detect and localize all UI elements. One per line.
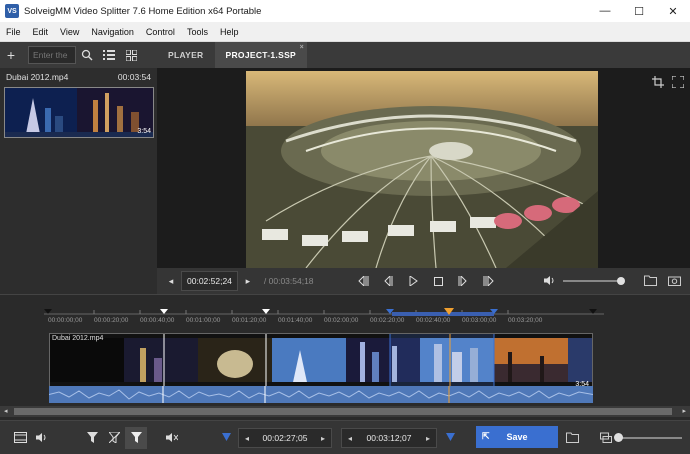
tab-bar: PLAYER PROJECT-1.SSP × [157,42,690,68]
tick-label: 00:00:20;00 [94,317,129,324]
time-ruler[interactable]: 00:00:00;00 00:00:20;00 00:00:40;00 00:0… [44,301,604,329]
zoom-slider-knob[interactable] [614,433,623,442]
film-strip-icon[interactable] [9,427,31,449]
previous-marker-icon[interactable] [353,271,373,291]
search-input[interactable] [28,46,76,64]
end-time-value: 00:03:12;07 [366,433,412,443]
grid-view-icon[interactable] [120,46,142,64]
mute-icon[interactable] [161,427,183,449]
add-file-button[interactable]: + [0,47,22,63]
scroll-right-icon[interactable]: ▸ [682,407,686,415]
next-frame-icon[interactable] [453,271,473,291]
play-icon[interactable] [403,271,423,291]
scroll-left-icon[interactable]: ◂ [4,407,8,415]
clip-duration: 3:54 [575,381,589,388]
app-logo-icon: VS [5,4,19,18]
tab-project-label: PROJECT-1.SSP [225,50,297,60]
menu-tools[interactable]: Tools [181,27,214,37]
clip-name: Dubai 2012.mp4 [52,335,104,342]
tick-label: 00:01:20;00 [232,317,267,324]
tab-close-icon[interactable]: × [300,44,304,51]
zoom-icon[interactable] [600,431,612,445]
maximize-button[interactable]: ☐ [622,0,656,22]
tick-label: 00:02:40;00 [416,317,451,324]
tab-project[interactable]: PROJECT-1.SSP × [214,42,308,68]
volume-slider-track[interactable] [563,280,623,282]
save-button[interactable]: ⇱ Save [476,426,558,448]
filter-icon[interactable] [81,427,103,449]
tick-label: 00:03:00;00 [462,317,497,324]
previous-frame-icon[interactable] [378,271,398,291]
menu-control[interactable]: Control [140,27,181,37]
bottom-toolbar: ◂ 00:02:27;05 ▸ ◂ 00:03:12;07 ▸ ⇱ Save [0,420,690,454]
menu-edit[interactable]: Edit [27,27,55,37]
crop-icon[interactable] [652,76,664,90]
tick-label: 00:01:00;00 [186,317,221,324]
save-icon: ⇱ [482,431,490,441]
time-back-button[interactable]: ◂ [161,271,181,291]
volume-icon[interactable] [544,275,556,288]
audio-waveform-track[interactable] [49,386,593,403]
window-title: SolveigMM Video Splitter 7.6 Home Editio… [24,5,262,17]
close-button[interactable]: ✕ [656,0,690,22]
menu-navigation[interactable]: Navigation [85,27,140,37]
media-thumbnail[interactable]: 3:54 [4,87,154,138]
stop-icon[interactable] [428,271,448,291]
thumbnail-duration: 3:54 [137,128,151,135]
search-icon[interactable] [76,46,98,64]
set-start-marker-icon[interactable] [222,433,231,443]
video-player [157,68,690,268]
tick-label: 00:02:00;00 [324,317,359,324]
menu-file[interactable]: File [0,27,27,37]
tick-label: 00:00:00;00 [48,317,83,324]
start-time-field[interactable]: ◂ 00:02:27;05 ▸ [238,428,332,448]
tab-player[interactable]: PLAYER [157,42,215,68]
end-time-back-icon[interactable]: ◂ [342,434,358,443]
media-list-toolbar: + [0,42,157,68]
end-time-field[interactable]: ◂ 00:03:12;07 ▸ [341,428,437,448]
open-folder-icon[interactable] [644,275,657,288]
tick-label: 00:03:20;00 [508,317,543,324]
transport-bar: ◂ 00:02:52;24 ▸ / 00:03:54;18 [157,268,690,294]
menu-view[interactable]: View [54,27,85,37]
start-time-value: 00:02:27;05 [262,433,308,443]
menu-help[interactable]: Help [214,27,245,37]
start-time-back-icon[interactable]: ◂ [239,434,255,443]
scrollbar-thumb[interactable] [14,408,672,415]
set-end-marker-icon[interactable] [446,433,455,443]
media-list-panel: Dubai 2012.mp4 00:03:54 3:54 [0,68,157,295]
timeline-panel: 00:00:00;00 00:00:20;00 00:00:40;00 00:0… [0,294,690,420]
list-view-icon[interactable] [98,46,120,64]
tick-label: 00:01:40;00 [278,317,313,324]
video-frame [246,71,598,268]
menu-bar: File Edit View Navigation Control Tools … [0,22,690,42]
filter-off-icon[interactable] [103,427,125,449]
minimize-button[interactable]: — [588,0,622,22]
tick-label: 00:00:40;00 [140,317,175,324]
audio-track-icon[interactable] [31,427,53,449]
timeline-scrollbar[interactable]: ◂ ▸ [0,406,690,417]
save-button-label: Save [506,432,528,442]
next-marker-icon[interactable] [478,271,498,291]
volume-slider-knob[interactable] [617,277,625,285]
time-forward-button[interactable]: ▸ [238,271,258,291]
total-duration: / 00:03:54;18 [263,276,314,286]
media-file-name: Dubai 2012.mp4 [6,72,69,82]
snapshot-icon[interactable] [668,275,681,288]
output-folder-icon[interactable] [566,432,579,445]
fullscreen-icon[interactable] [671,75,685,90]
title-bar: VS SolveigMM Video Splitter 7.6 Home Edi… [0,0,690,22]
current-time-field[interactable]: 00:02:52;24 [181,271,238,291]
media-file-duration: 00:03:54 [117,72,151,82]
zoom-slider-track[interactable] [616,437,682,439]
end-time-forward-icon[interactable]: ▸ [420,434,436,443]
filter-selected-icon[interactable] [125,426,147,449]
start-time-forward-icon[interactable]: ▸ [315,434,331,443]
tick-label: 00:02:20;00 [370,317,405,324]
